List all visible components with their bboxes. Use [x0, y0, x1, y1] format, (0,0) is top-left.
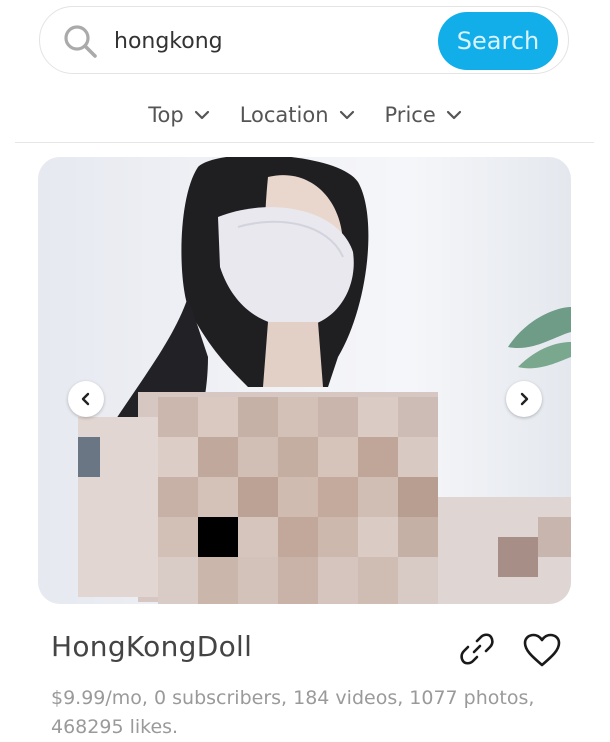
- media-carousel[interactable]: [38, 157, 571, 604]
- filter-top-label: Top: [148, 103, 184, 127]
- chevron-left-icon: [81, 392, 90, 406]
- filter-bar: Top Location Price: [0, 96, 610, 134]
- divider: [15, 142, 594, 143]
- chevron-down-icon: [339, 110, 354, 120]
- search-bar: Search: [39, 6, 569, 74]
- heart-icon[interactable]: [522, 632, 562, 668]
- filter-price[interactable]: Price: [385, 103, 462, 127]
- profile-stats: $9.99/mo, 0 subscribers, 184 videos, 107…: [51, 687, 535, 738]
- filter-location[interactable]: Location: [240, 103, 355, 127]
- search-icon: [64, 25, 97, 58]
- chevron-down-icon: [446, 110, 461, 120]
- search-button[interactable]: Search: [438, 12, 558, 70]
- search-input[interactable]: [114, 19, 432, 63]
- chevron-right-icon: [520, 392, 529, 406]
- carousel-prev-button[interactable]: [68, 381, 104, 417]
- carousel-next-button[interactable]: [506, 381, 542, 417]
- creator-name[interactable]: HongKongDoll: [51, 630, 252, 663]
- profile-photo: [78, 157, 571, 604]
- link-icon[interactable]: [460, 632, 494, 666]
- filter-top[interactable]: Top: [148, 103, 209, 127]
- chevron-down-icon: [194, 110, 209, 120]
- filter-location-label: Location: [239, 103, 329, 127]
- filter-price-label: Price: [384, 103, 436, 127]
